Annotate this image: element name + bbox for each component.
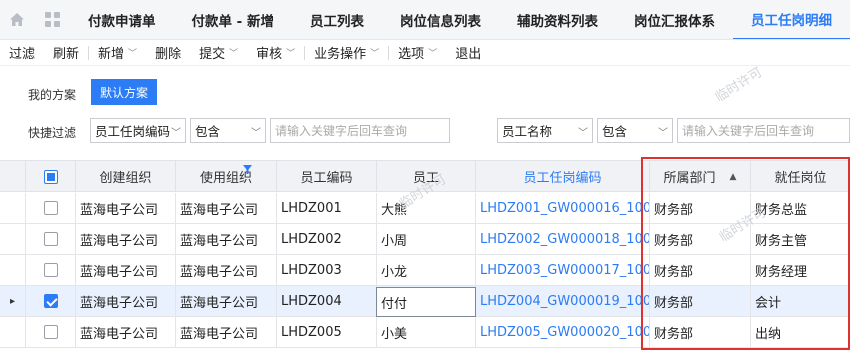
submit-menu[interactable]: 提交 ﹀ bbox=[190, 40, 247, 66]
add-label: 新增 bbox=[98, 47, 125, 62]
cell-create-org: 蓝海电子公司 bbox=[76, 224, 176, 254]
tab-post-report-system[interactable]: 岗位汇报体系 bbox=[616, 0, 733, 39]
row-checkbox-cell bbox=[26, 286, 76, 316]
tab-aux-data-list[interactable]: 辅助资料列表 bbox=[499, 0, 616, 39]
cell-post-code[interactable]: LHDZ004_GW000019_100040 bbox=[476, 286, 650, 316]
select-all-cell bbox=[26, 161, 76, 192]
chevron-down-icon: ﹀ bbox=[128, 49, 138, 59]
business-menu[interactable]: 业务操作 ﹀ bbox=[305, 40, 388, 66]
filter-field-select-1[interactable]: 员工任岗编码 ﹀ bbox=[90, 118, 186, 143]
cell-use-org: 蓝海电子公司 bbox=[176, 224, 277, 254]
row-indicator bbox=[0, 193, 26, 223]
chevron-down-icon: ﹀ bbox=[171, 128, 181, 139]
quick-filter-label: 快捷过滤 bbox=[28, 126, 77, 140]
row-checkbox[interactable] bbox=[43, 232, 58, 246]
cell-post-code[interactable]: LHDZ001_GW000016_100040 bbox=[476, 193, 650, 223]
cell-emp: 小周 bbox=[377, 224, 476, 254]
filter-op-select-1[interactable]: 包含 ﹀ bbox=[190, 118, 266, 143]
audit-menu[interactable]: 审核 ﹀ bbox=[247, 40, 304, 66]
row-checkbox-cell bbox=[26, 193, 76, 223]
cell-emp-code: LHDZ005 bbox=[277, 317, 377, 347]
my-scheme-label: 我的方案 bbox=[28, 88, 77, 102]
emp-edit-input[interactable]: 付付 bbox=[376, 287, 476, 317]
filter-field-select-2[interactable]: 员工名称 ﹀ bbox=[497, 118, 593, 143]
row-checkbox-cell bbox=[26, 317, 76, 347]
cell-post-code[interactable]: LHDZ003_GW000017_100040 bbox=[476, 255, 650, 285]
exit-button[interactable]: 退出 bbox=[446, 40, 490, 66]
select-all-checkbox[interactable] bbox=[43, 169, 58, 184]
row-checkbox-cell bbox=[26, 255, 76, 285]
row-checkbox[interactable] bbox=[43, 325, 58, 339]
filter-keyword-input-2[interactable]: 请输入关键字后回车查询 bbox=[677, 118, 850, 143]
cell-create-org: 蓝海电子公司 bbox=[76, 317, 176, 347]
col-emp-code[interactable]: 员工编码 bbox=[277, 161, 377, 192]
filter-funnel-icon[interactable] bbox=[243, 165, 252, 174]
row-checkbox[interactable] bbox=[43, 263, 58, 277]
chevron-down-icon: ﹀ bbox=[428, 49, 438, 59]
cell-post-code[interactable]: LHDZ002_GW000018_100040 bbox=[476, 224, 650, 254]
cell-create-org: 蓝海电子公司 bbox=[76, 193, 176, 223]
filter-button[interactable]: 过滤 bbox=[0, 40, 44, 66]
tab-post-info-list[interactable]: 岗位信息列表 bbox=[382, 0, 499, 39]
col-use-org[interactable]: 使用组织 bbox=[176, 161, 277, 192]
audit-label: 审核 bbox=[256, 47, 283, 62]
current-row-arrow-icon: ▸ bbox=[9, 295, 16, 307]
cell-emp-code: LHDZ001 bbox=[277, 193, 377, 223]
filter-field-value-2: 员工名称 bbox=[502, 124, 553, 139]
grid-icon[interactable] bbox=[35, 0, 70, 39]
business-label: 业务操作 bbox=[314, 47, 367, 62]
filter-keyword-input-1[interactable]: 请输入关键字后回车查询 bbox=[270, 118, 450, 143]
delete-button[interactable]: 删除 bbox=[146, 40, 190, 66]
tab-payment-new[interactable]: 付款单 - 新增 bbox=[173, 0, 292, 39]
chevron-down-icon: ﹀ bbox=[658, 128, 668, 139]
toolbar: 过滤 刷新 新增 ﹀ 删除 提交 ﹀ 审核 ﹀ 业务操作 ﹀ 选项 ﹀ 退出 bbox=[0, 40, 850, 66]
home-icon[interactable] bbox=[0, 0, 35, 39]
chevron-down-icon: ﹀ bbox=[286, 49, 296, 59]
filter-op-value-1: 包含 bbox=[195, 124, 221, 139]
row-indicator bbox=[0, 317, 26, 347]
row-indicator: ▸ bbox=[0, 286, 26, 316]
chevron-down-icon: ﹀ bbox=[578, 128, 588, 139]
refresh-button[interactable]: 刷新 bbox=[44, 40, 88, 66]
cell-use-org: 蓝海电子公司 bbox=[176, 286, 277, 316]
cell-use-org: 蓝海电子公司 bbox=[176, 255, 277, 285]
tab-employee-list[interactable]: 员工列表 bbox=[292, 0, 382, 39]
col-post-code[interactable]: 员工任岗编码 bbox=[476, 161, 650, 192]
cell-post-code[interactable]: LHDZ005_GW000020_100040 bbox=[476, 317, 650, 347]
cell-emp-code: LHDZ003 bbox=[277, 255, 377, 285]
filter-op-select-2[interactable]: 包含 ﹀ bbox=[597, 118, 673, 143]
cell-create-org: 蓝海电子公司 bbox=[76, 286, 176, 316]
row-indicator-header bbox=[0, 161, 26, 192]
cell-use-org: 蓝海电子公司 bbox=[176, 193, 277, 223]
row-indicator bbox=[0, 255, 26, 285]
options-menu[interactable]: 选项 ﹀ bbox=[389, 40, 446, 66]
cell-emp-code: LHDZ002 bbox=[277, 224, 377, 254]
watermark: 临时许可 bbox=[713, 65, 766, 106]
row-checkbox-cell bbox=[26, 224, 76, 254]
chevron-down-icon: ﹀ bbox=[370, 49, 380, 59]
tab-bar: 付款申请单 付款单 - 新增 员工列表 岗位信息列表 辅助资料列表 岗位汇报体系… bbox=[0, 0, 850, 40]
chevron-down-icon: ﹀ bbox=[251, 128, 261, 139]
submit-label: 提交 bbox=[199, 47, 226, 62]
default-scheme-button[interactable]: 默认方案 bbox=[91, 79, 157, 105]
tab-payment-request[interactable]: 付款申请单 bbox=[70, 0, 174, 39]
cell-emp: 小龙 bbox=[377, 255, 476, 285]
chevron-down-icon: ﹀ bbox=[229, 49, 239, 59]
highlight-box bbox=[641, 157, 850, 350]
cell-create-org: 蓝海电子公司 bbox=[76, 255, 176, 285]
tab-employee-post-detail[interactable]: 员工任岗明细 bbox=[732, 0, 850, 39]
options-label: 选项 bbox=[398, 47, 425, 62]
add-menu[interactable]: 新增 ﹀ bbox=[89, 40, 146, 66]
filter-field-value-1: 员工任岗编码 bbox=[95, 124, 171, 139]
row-checkbox[interactable] bbox=[43, 201, 58, 215]
row-checkbox[interactable] bbox=[43, 294, 58, 308]
col-create-org[interactable]: 创建组织 bbox=[76, 161, 176, 192]
row-indicator bbox=[0, 224, 26, 254]
cell-emp-code: LHDZ004 bbox=[277, 286, 377, 316]
filter-op-value-2: 包含 bbox=[602, 124, 628, 139]
cell-use-org: 蓝海电子公司 bbox=[176, 317, 277, 347]
cell-emp: 小美 bbox=[377, 317, 476, 347]
